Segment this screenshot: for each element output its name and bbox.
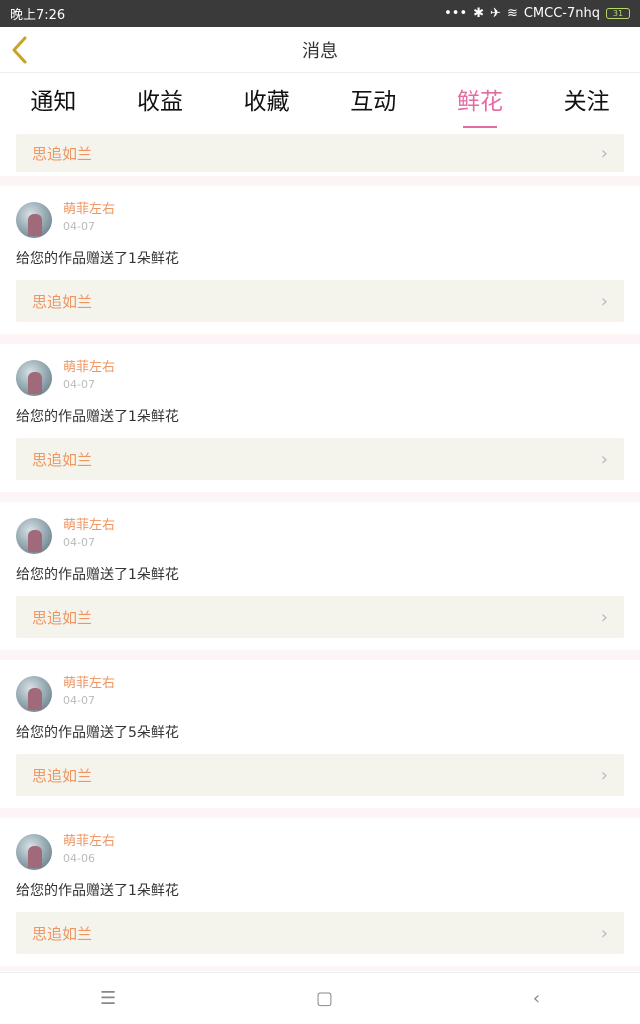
chevron-left-icon[interactable] bbox=[8, 35, 32, 65]
work-title: 思追如兰 bbox=[32, 608, 93, 627]
message-list[interactable]: 思追如兰 › 萌菲左右 04-07 给您的作品赠送了1朵鲜花 思追如兰 › 萌菲… bbox=[0, 131, 640, 971]
menu-icon[interactable]: ☰ bbox=[100, 988, 116, 1009]
list-item: 萌菲左右 04-07 给您的作品赠送了1朵鲜花 思追如兰 › bbox=[0, 344, 640, 502]
wifi-icon: ≋ bbox=[506, 6, 518, 21]
work-title: 思追如兰 bbox=[32, 924, 93, 943]
network-name: CMCC-7nhq bbox=[523, 6, 600, 21]
work-link[interactable]: 思追如兰 › bbox=[16, 280, 624, 322]
chevron-right-icon: › bbox=[600, 142, 608, 164]
message-text: 给您的作品赠送了1朵鲜花 bbox=[16, 567, 179, 583]
home-square-icon[interactable]: ▢ bbox=[316, 988, 333, 1009]
list-item: 思追如兰 › bbox=[0, 134, 640, 186]
tab-interactions[interactable]: 互动 bbox=[350, 82, 396, 122]
list-item: 萌菲左右 04-07 给您的作品赠送了1朵鲜花 思追如兰 › bbox=[0, 502, 640, 660]
tab-bar: 通知 收益 收藏 互动 鲜花 关注 bbox=[0, 73, 640, 131]
date: 04-06 bbox=[63, 852, 95, 865]
nav-bar: 消息 bbox=[0, 27, 640, 73]
username[interactable]: 萌菲左右 bbox=[63, 676, 115, 692]
work-link[interactable]: 思追如兰 › bbox=[16, 912, 624, 954]
chevron-right-icon: › bbox=[600, 764, 608, 786]
work-link[interactable]: 思追如兰 › bbox=[16, 596, 624, 638]
avatar[interactable] bbox=[16, 676, 52, 712]
work-title: 思追如兰 bbox=[32, 766, 93, 785]
list-item: 萌菲左右 04-07 给您的作品赠送了1朵鲜花 思追如兰 › bbox=[0, 186, 640, 344]
airplane-icon: ✈ bbox=[490, 6, 501, 21]
message-text: 给您的作品赠送了1朵鲜花 bbox=[16, 251, 179, 267]
page-title: 消息 bbox=[302, 40, 338, 62]
message-text: 给您的作品赠送了1朵鲜花 bbox=[16, 409, 179, 425]
back-icon[interactable]: ‹ bbox=[533, 988, 540, 1009]
chevron-right-icon: › bbox=[600, 290, 608, 312]
avatar[interactable] bbox=[16, 834, 52, 870]
chevron-right-icon: › bbox=[600, 448, 608, 470]
bluetooth-icon: ✱ bbox=[473, 6, 485, 21]
work-title: 思追如兰 bbox=[32, 292, 93, 311]
list-item: 萌菲左右 04-06 给您的作品赠送了1朵鲜花 思追如兰 › bbox=[0, 818, 640, 971]
date: 04-07 bbox=[63, 220, 95, 233]
avatar[interactable] bbox=[16, 518, 52, 554]
list-item: 萌菲左右 04-07 给您的作品赠送了5朵鲜花 思追如兰 › bbox=[0, 660, 640, 818]
date: 04-07 bbox=[63, 536, 95, 549]
status-icons: ••• ✱ ✈ ≋ CMCC-7nhq 31 bbox=[444, 6, 630, 21]
message-text: 给您的作品赠送了5朵鲜花 bbox=[16, 725, 179, 741]
work-link[interactable]: 思追如兰 › bbox=[16, 754, 624, 796]
username[interactable]: 萌菲左右 bbox=[63, 518, 115, 534]
tab-notifications[interactable]: 通知 bbox=[30, 82, 76, 122]
work-link[interactable]: 思追如兰 › bbox=[16, 438, 624, 480]
date: 04-07 bbox=[63, 378, 95, 391]
status-time: 晚上7:26 bbox=[10, 8, 66, 23]
work-title: 思追如兰 bbox=[32, 450, 93, 469]
username[interactable]: 萌菲左右 bbox=[63, 834, 115, 850]
system-nav-bar: ☰ ▢ ‹ bbox=[0, 972, 640, 1024]
signal-dots-icon: ••• bbox=[444, 6, 468, 21]
message-text: 给您的作品赠送了1朵鲜花 bbox=[16, 883, 179, 899]
battery-icon: 31 bbox=[606, 8, 630, 19]
chevron-right-icon: › bbox=[600, 606, 608, 628]
tab-flowers[interactable]: 鲜花 bbox=[457, 82, 503, 128]
date: 04-07 bbox=[63, 694, 95, 707]
work-link[interactable]: 思追如兰 › bbox=[16, 134, 624, 172]
chevron-right-icon: › bbox=[600, 922, 608, 944]
tab-follows[interactable]: 关注 bbox=[564, 82, 610, 122]
avatar[interactable] bbox=[16, 202, 52, 238]
work-title: 思追如兰 bbox=[32, 144, 93, 163]
avatar[interactable] bbox=[16, 360, 52, 396]
status-bar: 晚上7:26 ••• ✱ ✈ ≋ CMCC-7nhq 31 bbox=[0, 0, 640, 27]
tab-earnings[interactable]: 收益 bbox=[137, 82, 183, 122]
username[interactable]: 萌菲左右 bbox=[63, 360, 115, 376]
tab-favorites[interactable]: 收藏 bbox=[244, 82, 290, 122]
username[interactable]: 萌菲左右 bbox=[63, 202, 115, 218]
